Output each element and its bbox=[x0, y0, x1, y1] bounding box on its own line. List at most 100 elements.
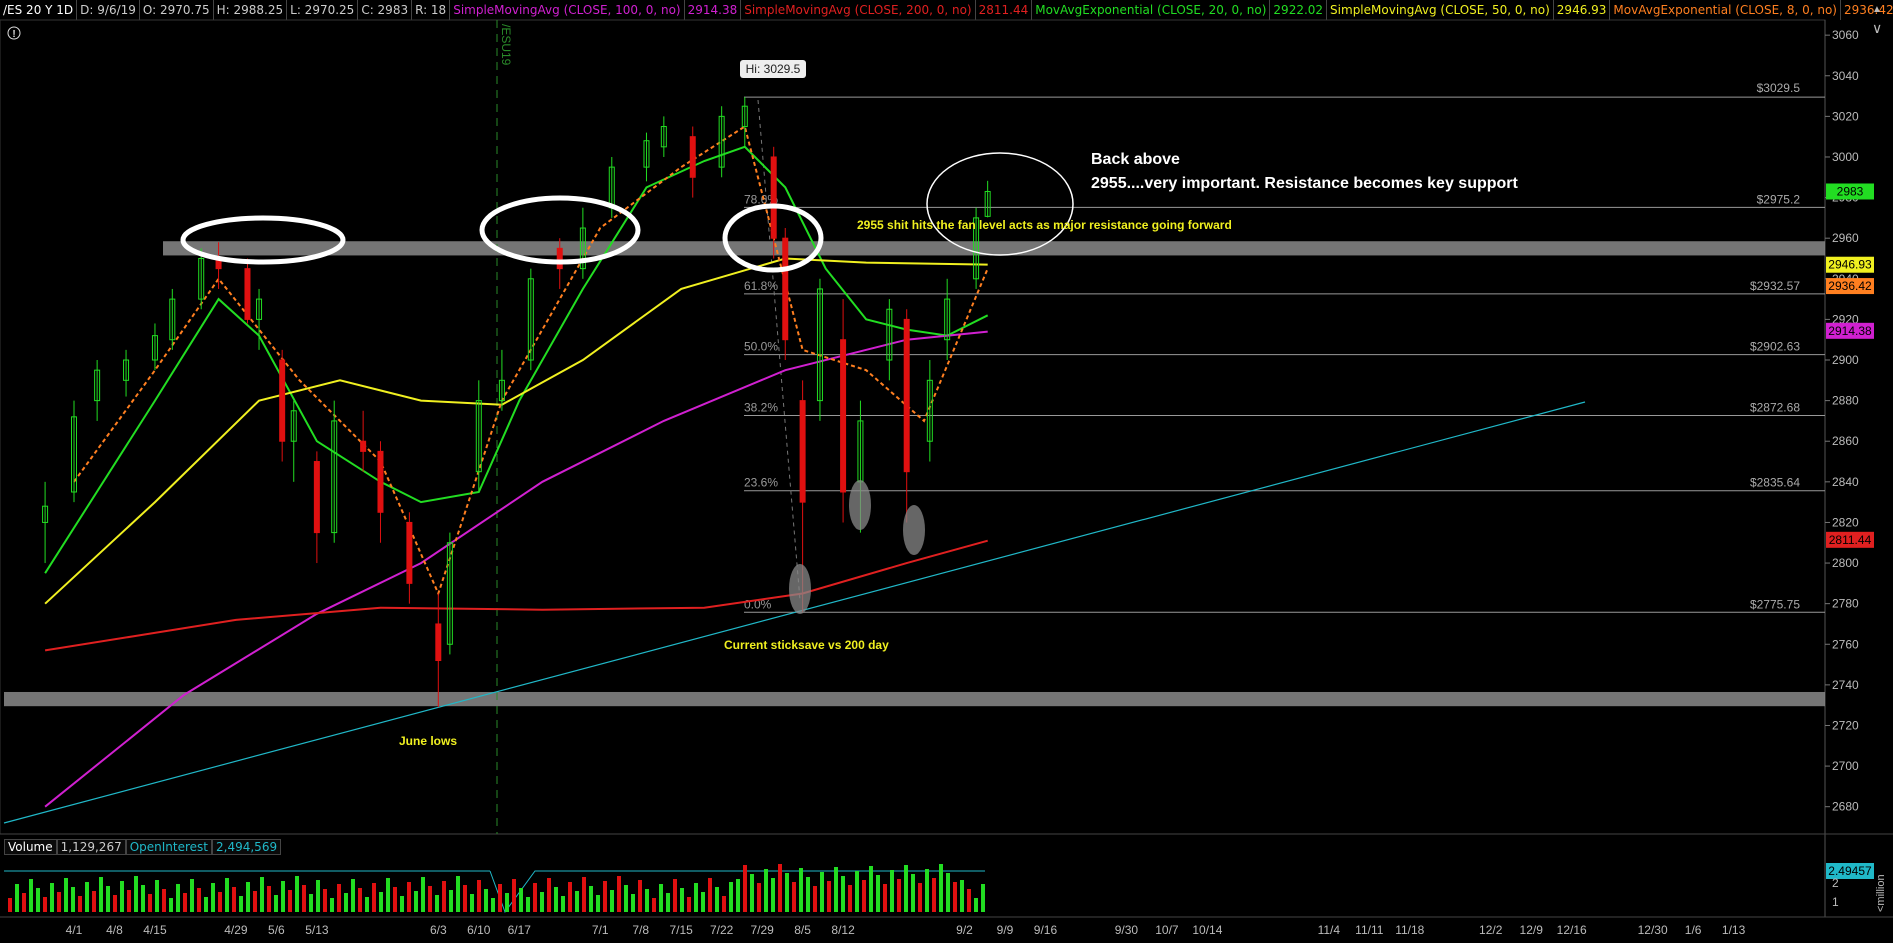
candle-body bbox=[360, 440, 367, 452]
volume-bar bbox=[197, 888, 201, 912]
x-tick-label: 5/6 bbox=[268, 923, 285, 937]
volume-bar bbox=[736, 879, 740, 912]
volume-bar bbox=[806, 877, 810, 912]
fib-pct-label: 38.2% bbox=[744, 400, 778, 414]
volume-bar bbox=[890, 870, 894, 912]
annotation-sticksave: Current sticksave vs 200 day bbox=[724, 638, 889, 652]
volume-axis-tick: 2 bbox=[1832, 876, 1839, 890]
volume-bar bbox=[253, 891, 257, 912]
volume-bar bbox=[239, 896, 243, 912]
y-tick-label: 2840 bbox=[1832, 475, 1859, 489]
volume-bar bbox=[547, 878, 551, 912]
volume-bar bbox=[764, 869, 768, 912]
volume-bar bbox=[211, 883, 215, 912]
volume-bar bbox=[834, 867, 838, 912]
fib-price-label: $2835.64 bbox=[1750, 476, 1800, 490]
x-tick-label: 4/1 bbox=[66, 923, 83, 937]
x-tick-label: 4/15 bbox=[143, 923, 167, 937]
fib-price-label: $2872.68 bbox=[1750, 400, 1800, 414]
fib-price-label: $2775.75 bbox=[1750, 597, 1800, 611]
volume-bar bbox=[218, 892, 222, 912]
volume-bar bbox=[498, 884, 502, 912]
x-tick-label: 7/29 bbox=[750, 923, 774, 937]
volume-bar bbox=[302, 885, 306, 912]
x-tick-label: 6/3 bbox=[430, 923, 447, 937]
volume-bar bbox=[820, 872, 824, 912]
volume-bar bbox=[855, 871, 859, 912]
price-badge-label: 2946.93 bbox=[1828, 258, 1872, 272]
y-tick-label: 2820 bbox=[1832, 515, 1859, 529]
volume-bar bbox=[435, 895, 439, 912]
volume-bar bbox=[15, 884, 19, 912]
volume-bar bbox=[134, 876, 138, 912]
annotation-june-lows: June lows bbox=[399, 734, 457, 748]
y-tick-label: 2720 bbox=[1832, 718, 1859, 732]
volume-bar bbox=[589, 886, 593, 912]
volume-bar bbox=[645, 889, 649, 912]
y-tick-label: 2700 bbox=[1832, 759, 1859, 773]
volume-axis-unit: <million bbox=[1875, 874, 1887, 912]
volume-bar bbox=[673, 879, 677, 912]
candle-body bbox=[689, 136, 696, 178]
price-badge-label: 2811.44 bbox=[1829, 533, 1872, 547]
volume-bar bbox=[596, 895, 600, 912]
volume-bar bbox=[92, 891, 96, 912]
x-tick-label: 11/11 bbox=[1355, 923, 1384, 937]
candle-body bbox=[313, 461, 320, 534]
price-chart[interactable]: ! 2680 2700 2720 2740 2760 2780 2800 2820 2840 286… bbox=[0, 0, 1893, 943]
x-tick-label: 12/9 bbox=[1520, 923, 1544, 937]
x-tick-label: 8/12 bbox=[831, 923, 855, 937]
y-tick-label: 3060 bbox=[1832, 28, 1859, 42]
volume-bar bbox=[155, 880, 159, 912]
volume-bar bbox=[960, 880, 964, 912]
sr-band bbox=[4, 691, 1825, 707]
x-tick-label: 11/4 bbox=[1318, 923, 1341, 937]
annotation-key-support: 2955....very important. Resistance becom… bbox=[1091, 175, 1519, 192]
volume-bar bbox=[729, 882, 733, 912]
y-tick-label: 2900 bbox=[1832, 353, 1859, 367]
volume-bar bbox=[78, 896, 82, 912]
volume-bar bbox=[120, 881, 124, 912]
volume-bar bbox=[295, 876, 299, 912]
price-badge-label: 2914.38 bbox=[1828, 324, 1872, 338]
volume-bar bbox=[680, 888, 684, 912]
candle-body bbox=[782, 237, 789, 341]
x-tick-label: 9/30 bbox=[1115, 923, 1139, 937]
volume-bar bbox=[169, 898, 173, 912]
x-tick-label: 7/1 bbox=[592, 923, 609, 937]
volume-bar bbox=[652, 898, 656, 912]
volume-bar bbox=[722, 896, 726, 912]
volume-bar bbox=[841, 876, 845, 912]
volume-bar bbox=[631, 894, 635, 912]
candle-body bbox=[435, 623, 442, 662]
expand-chevron-icon: ∨ bbox=[1872, 20, 1882, 36]
fib-price-label: $2902.63 bbox=[1750, 340, 1800, 354]
volume-bar bbox=[526, 897, 530, 912]
y-tick-label: 2760 bbox=[1832, 637, 1859, 651]
price-badge-label: 2936.42 bbox=[1828, 279, 1872, 293]
x-tick-label: 12/30 bbox=[1638, 923, 1668, 937]
low-marker bbox=[849, 480, 871, 530]
volume-bar bbox=[981, 884, 985, 912]
y-tick-label: 2960 bbox=[1832, 231, 1859, 245]
high-marker-label: Hi: 3029.5 bbox=[746, 62, 801, 76]
volume-bar bbox=[477, 880, 481, 912]
volume-bar bbox=[953, 882, 957, 912]
low-marker bbox=[789, 564, 811, 614]
x-tick-label: 6/17 bbox=[508, 923, 532, 937]
x-tick-label: 1/6 bbox=[1685, 923, 1702, 937]
candle bbox=[244, 258, 251, 324]
volume-bar bbox=[869, 866, 873, 912]
high-price-label: $3029.5 bbox=[1757, 81, 1801, 95]
volume-bar bbox=[624, 885, 628, 912]
volume-bar bbox=[379, 892, 383, 912]
candle-body bbox=[799, 400, 806, 503]
volume-bar bbox=[400, 896, 404, 912]
volume-bar bbox=[162, 889, 166, 912]
x-tick-label: 9/9 bbox=[997, 923, 1014, 937]
volume-bar bbox=[372, 883, 376, 912]
x-tick-label: 8/5 bbox=[794, 923, 811, 937]
volume-bar bbox=[113, 895, 117, 912]
y-tick-label: 2780 bbox=[1832, 597, 1859, 611]
x-tick-label: 10/14 bbox=[1192, 923, 1222, 937]
